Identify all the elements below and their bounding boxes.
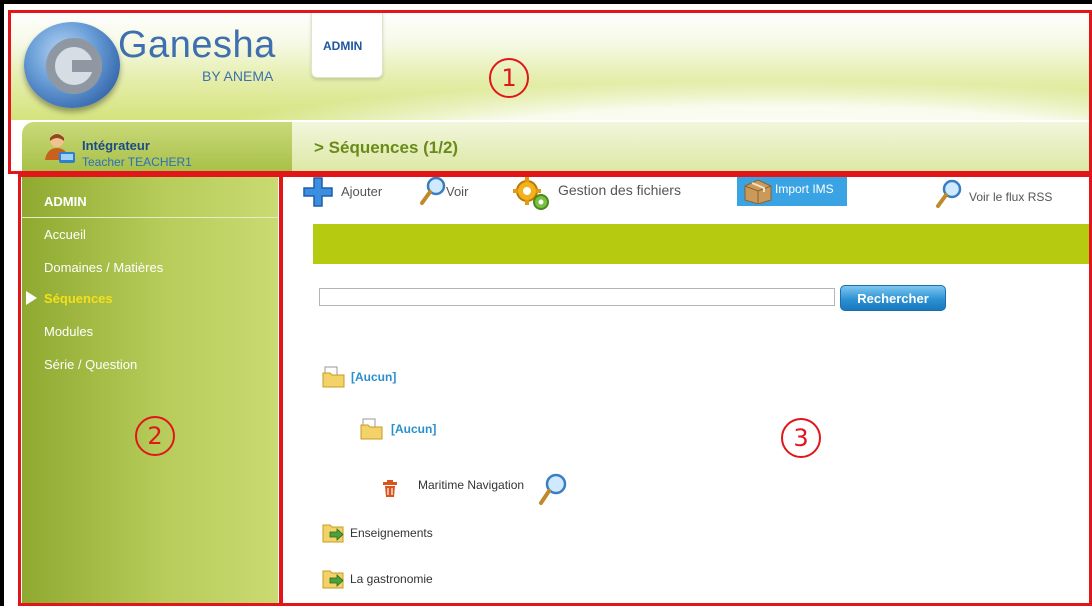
annotation-box-header: [8, 10, 1092, 174]
annotation-marker-1: 1: [489, 58, 529, 98]
annotation-marker-2: 2: [135, 416, 175, 456]
screen-frame-top: [0, 0, 1092, 4]
annotation-box-main: [280, 174, 1092, 606]
annotation-marker-3: 3: [781, 418, 821, 458]
screen-frame-left: [0, 0, 4, 606]
annotation-box-sidebar: [18, 174, 282, 606]
